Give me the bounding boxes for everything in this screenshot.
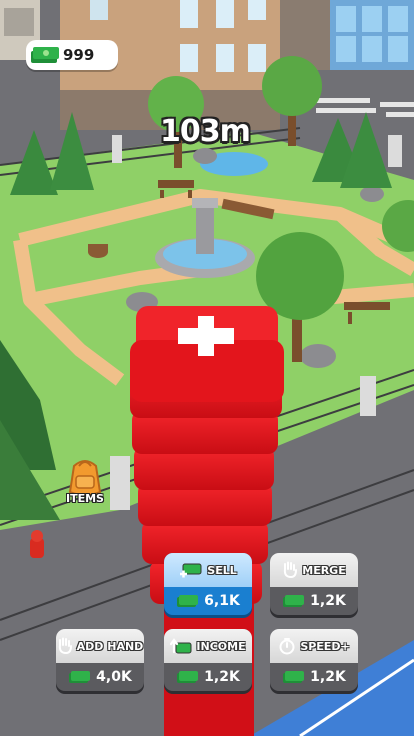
cash-counter: 999	[26, 40, 118, 70]
hand-merge-icon	[284, 561, 298, 579]
fire-hydrant	[30, 530, 44, 558]
cash-icon	[177, 595, 199, 607]
income-upgrade-button[interactable]: INCOME 1,2K	[164, 629, 252, 691]
merge-price: 1,2K	[270, 587, 358, 615]
add-hand-label: ADD HAND	[76, 639, 144, 653]
sell-cash-icon	[180, 563, 202, 578]
cash-icon	[69, 671, 91, 683]
stopwatch-icon	[279, 638, 295, 655]
merge-price-value: 1,2K	[310, 593, 346, 609]
speed-button-header: SPEED+	[270, 629, 358, 663]
cash-amount: 999	[63, 46, 95, 64]
speed-price: 1,2K	[270, 663, 358, 691]
hand-add-icon	[58, 637, 72, 655]
merge-upgrade-button[interactable]: MERGE 1,2K	[270, 553, 358, 615]
add-hand-price-value: 4,0K	[96, 669, 132, 685]
cash-icon	[283, 671, 305, 683]
add-hand-upgrade-button[interactable]: ADD HAND 4,0K	[56, 629, 144, 691]
speed-label: SPEED+	[300, 639, 350, 653]
sell-price-value: 6,1K	[204, 593, 240, 609]
add-hand-price: 4,0K	[56, 663, 144, 691]
merge-button-header: MERGE	[270, 553, 358, 587]
merge-label: MERGE	[302, 563, 346, 577]
cash-stack-icon	[31, 47, 59, 63]
income-arrow-icon	[170, 638, 192, 654]
add-hand-button-header: ADD HAND	[56, 629, 144, 663]
stack-height-label: 103m	[160, 114, 251, 149]
income-price: 1,2K	[164, 663, 252, 691]
sell-button-header: SELL	[164, 553, 252, 587]
cash-icon	[283, 595, 305, 607]
sell-upgrade-button[interactable]: SELL 6,1K	[164, 553, 252, 615]
sell-price: 6,1K	[164, 587, 252, 615]
cash-icon	[177, 671, 199, 683]
items-button[interactable]: ITEMS	[60, 458, 110, 510]
income-button-header: INCOME	[164, 629, 252, 663]
speed-upgrade-button[interactable]: SPEED+ 1,2K	[270, 629, 358, 691]
park-scene	[0, 0, 414, 736]
sell-label: SELL	[207, 563, 237, 577]
items-label: ITEMS	[66, 492, 104, 505]
speed-price-value: 1,2K	[310, 669, 346, 685]
income-price-value: 1,2K	[204, 669, 240, 685]
income-label: INCOME	[196, 639, 246, 653]
